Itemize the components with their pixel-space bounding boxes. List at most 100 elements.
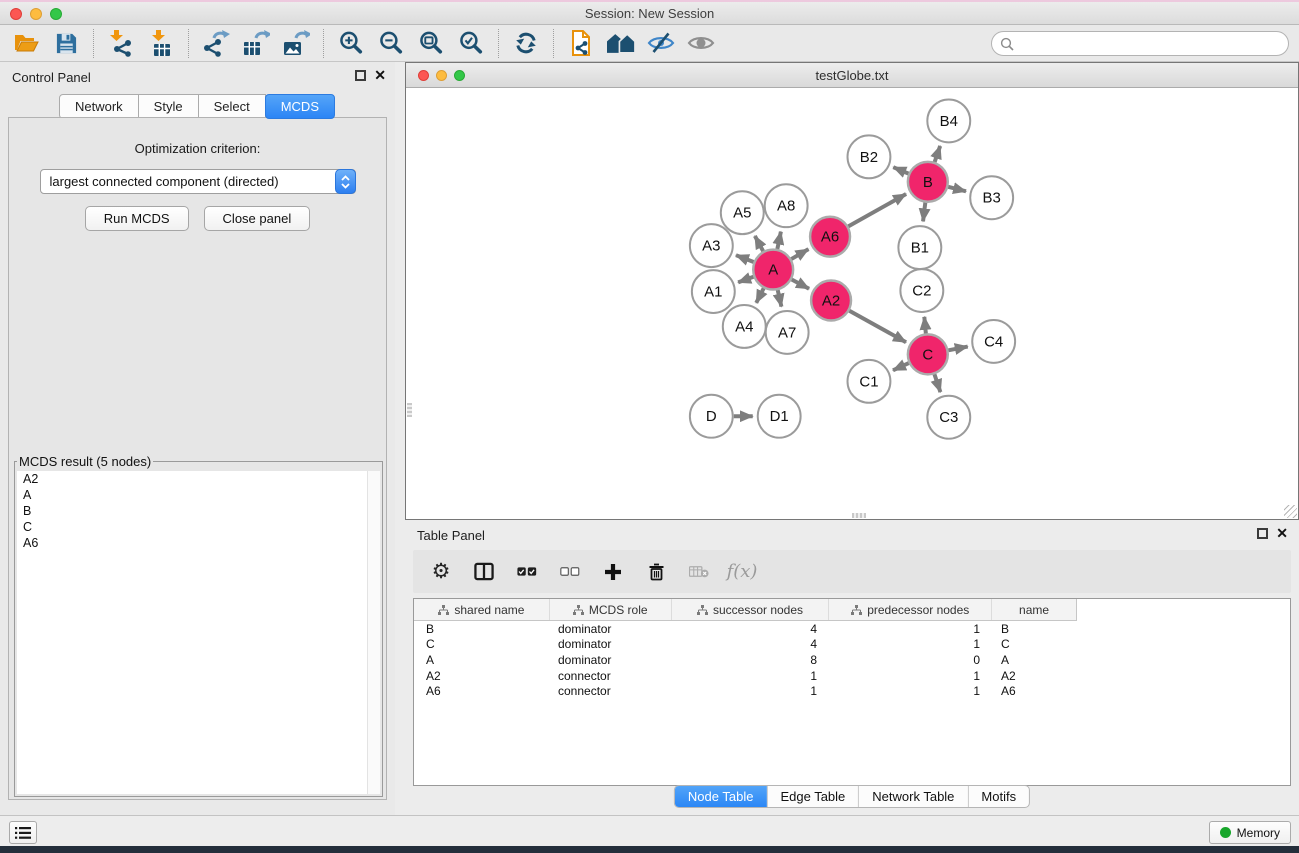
export-network-icon <box>202 29 230 57</box>
table-panel-title: Table Panel <box>417 528 485 543</box>
float-panel-icon[interactable] <box>355 70 366 81</box>
cell-predecessor-nodes: 1 <box>830 669 993 683</box>
cell-successor-nodes: 1 <box>672 684 830 698</box>
trash-icon <box>648 562 665 581</box>
column-label: shared name <box>454 603 524 617</box>
list-item[interactable]: A6 <box>17 535 380 551</box>
up-down-chevrons-icon <box>341 175 350 189</box>
list-item[interactable]: A <box>17 487 380 503</box>
column-header-mcds-role[interactable]: MCDS role <box>550 599 672 620</box>
zoom-out-button[interactable] <box>371 28 411 59</box>
cell-shared-name: A2 <box>414 669 550 683</box>
zoom-network-button[interactable] <box>454 70 465 81</box>
dropdown-stepper-icon[interactable] <box>335 169 356 194</box>
tab-mcds[interactable]: MCDS <box>265 94 335 119</box>
close-network-button[interactable] <box>418 70 429 81</box>
graph-node-label: A7 <box>778 324 796 341</box>
cell-successor-nodes: 4 <box>672 637 830 651</box>
zoom-fit-button[interactable] <box>411 28 451 59</box>
memory-button[interactable]: Memory <box>1209 821 1291 844</box>
network-graph[interactable]: B4B2BB3A5A8A6B1A3AC2A1A2A4A7C4CC1C3DD1 <box>406 88 1298 519</box>
tab-edge-table[interactable]: Edge Table <box>766 786 858 807</box>
export-image-button[interactable] <box>276 28 316 59</box>
resize-grip-icon[interactable] <box>1284 505 1297 518</box>
float-panel-icon[interactable] <box>1257 528 1268 539</box>
table-panel-header: Table Panel ✕ <box>405 520 1299 548</box>
delete-table-button[interactable] <box>689 565 709 578</box>
mcds-result-title: MCDS result (5 nodes) <box>17 454 153 469</box>
table-row[interactable]: A dominator 8 0 A <box>414 652 1290 668</box>
delete-column-button[interactable] <box>646 562 666 581</box>
eye-icon <box>687 31 715 55</box>
table-settings-button[interactable]: ⚙ <box>431 562 451 582</box>
home-button[interactable] <box>601 28 641 59</box>
column-header-name[interactable]: name <box>992 599 1076 620</box>
search-input[interactable] <box>1019 36 1288 51</box>
refresh-view-button[interactable] <box>506 28 546 59</box>
toolbar-separator <box>93 29 94 58</box>
zoom-in-button[interactable] <box>331 28 371 59</box>
column-header-shared-name[interactable]: shared name <box>414 599 550 620</box>
column-visibility-button[interactable] <box>474 562 494 581</box>
table-row[interactable]: C dominator 4 1 C <box>414 637 1290 653</box>
show-eye-button[interactable] <box>681 28 721 59</box>
tab-motifs[interactable]: Motifs <box>967 786 1029 807</box>
zoom-selected-icon <box>458 30 485 57</box>
list-item[interactable]: C <box>17 519 380 535</box>
criterion-dropdown[interactable]: largest connected component (directed) <box>40 169 356 194</box>
tab-network[interactable]: Network <box>59 94 139 119</box>
close-panel-icon[interactable]: ✕ <box>1276 526 1288 540</box>
table-row[interactable]: A6 connector 1 1 A6 <box>414 683 1290 699</box>
list-item[interactable]: A2 <box>17 471 380 487</box>
cell-successor-nodes: 4 <box>672 622 830 636</box>
mcds-result-list[interactable]: A2 A B C A6 <box>17 471 380 794</box>
bottom-splitter-grip[interactable] <box>852 513 866 518</box>
add-column-button[interactable] <box>603 563 623 581</box>
column-header-predecessor-nodes[interactable]: predecessor nodes <box>829 599 992 620</box>
graph-node-label: D1 <box>770 408 789 425</box>
tab-style[interactable]: Style <box>138 94 199 119</box>
tab-node-table[interactable]: Node Table <box>675 786 767 807</box>
close-panel-icon[interactable]: ✕ <box>374 68 386 82</box>
minimize-network-button[interactable] <box>436 70 447 81</box>
table-row[interactable]: B dominator 4 1 B <box>414 621 1290 637</box>
deselect-all-button[interactable] <box>560 566 580 577</box>
criterion-value: largest connected component (directed) <box>41 170 355 193</box>
import-network-icon <box>108 29 134 57</box>
tab-network-table[interactable]: Network Table <box>858 786 967 807</box>
export-image-icon <box>282 29 310 57</box>
select-all-button[interactable] <box>517 566 537 577</box>
close-panel-button[interactable]: Close panel <box>204 206 311 231</box>
column-header-successor-nodes[interactable]: successor nodes <box>672 599 830 620</box>
import-table-button[interactable] <box>141 28 181 59</box>
export-table-button[interactable] <box>236 28 276 59</box>
export-network-button[interactable] <box>196 28 236 59</box>
table-row[interactable]: A2 connector 1 1 A2 <box>414 668 1290 684</box>
scrollbar-track[interactable] <box>367 471 380 794</box>
graph-node-label: B4 <box>940 113 958 130</box>
zoom-selected-button[interactable] <box>451 28 491 59</box>
open-network-document-button[interactable] <box>561 28 601 59</box>
list-item[interactable]: B <box>17 503 380 519</box>
function-builder-button[interactable]: f(x) <box>732 561 752 582</box>
window-title: Session: New Session <box>0 2 1299 26</box>
hide-glasses-button[interactable] <box>641 28 681 59</box>
titlebar: Session: New Session <box>0 0 1299 25</box>
cell-shared-name: C <box>414 637 550 651</box>
tab-select[interactable]: Select <box>198 94 266 119</box>
import-table-icon <box>148 29 174 57</box>
graph-node-label: B1 <box>911 240 929 257</box>
save-session-button[interactable] <box>46 28 86 59</box>
left-splitter-grip[interactable] <box>407 403 412 417</box>
save-floppy-icon <box>55 32 78 55</box>
open-session-button[interactable] <box>6 28 46 59</box>
run-mcds-button[interactable]: Run MCDS <box>85 206 189 231</box>
cell-mcds-role: dominator <box>550 653 672 667</box>
global-search[interactable] <box>991 31 1289 56</box>
column-label: name <box>1019 603 1049 617</box>
toolbar-separator <box>553 29 554 58</box>
import-network-button[interactable] <box>101 28 141 59</box>
show-task-history-button[interactable] <box>9 821 37 844</box>
mcds-tab-content: Optimization criterion: largest connecte… <box>8 117 387 800</box>
network-canvas[interactable]: B4B2BB3A5A8A6B1A3AC2A1A2A4A7C4CC1C3DD1 <box>406 88 1298 519</box>
